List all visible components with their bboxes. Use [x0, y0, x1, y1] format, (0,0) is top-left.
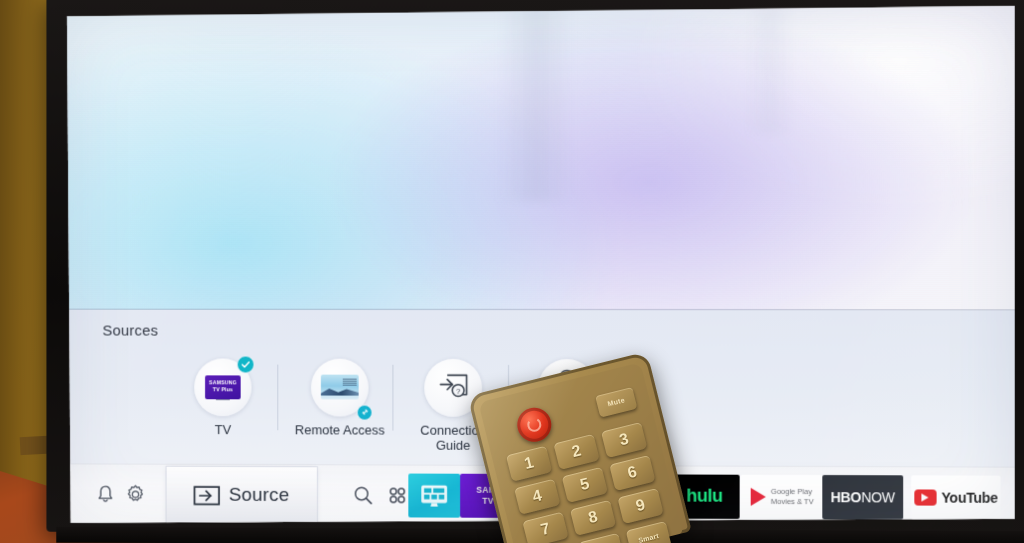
source-arrow-icon	[193, 484, 221, 506]
remote-key: 2	[553, 434, 599, 470]
svg-text:?: ?	[456, 387, 460, 396]
remote-mute-key: Mute	[595, 387, 637, 418]
source-button-label: Source	[229, 485, 290, 507]
tv-plus-brand-line2: TV Plus	[213, 387, 233, 394]
source-item-remote-access[interactable]: Remote Access	[280, 359, 399, 439]
youtube-label: YouTube	[941, 489, 998, 505]
remote-key: 6	[609, 455, 655, 491]
google-play-label: Google Play Movies & TV	[771, 487, 814, 507]
bell-icon[interactable]	[96, 484, 116, 505]
source-item-tv[interactable]: SAMSUNG TV Plus TV	[164, 358, 283, 437]
connection-guide-glyph: ?	[436, 372, 470, 404]
check-icon	[241, 359, 251, 369]
thumbnail-stripes	[343, 378, 357, 386]
sources-title: Sources	[102, 323, 158, 340]
remote-key: 5	[562, 467, 608, 503]
hbo-label-bold: HBO	[831, 489, 862, 505]
app-tile-hbo-now[interactable]: HBO NOW	[822, 475, 903, 520]
app-tile-smart-hub[interactable]	[408, 473, 460, 517]
tv-plus-screen-graphic: SAMSUNG TV Plus	[205, 375, 241, 399]
remote-key: 4	[514, 479, 560, 515]
remote-key: 9	[617, 488, 663, 524]
link-icon	[360, 408, 369, 417]
remote-key: 3	[601, 422, 647, 458]
source-button[interactable]: Source	[166, 467, 316, 524]
home-wallpaper	[65, 5, 1015, 311]
remote-key: Smart	[626, 521, 672, 543]
arrow-into-box-icon: ?	[436, 372, 470, 399]
screenshot-scene: Sources SAMSUNG TV Plus TV Remote Access…	[0, 0, 1024, 543]
wallpaper-streak-secondary	[746, 6, 794, 134]
remote-key: 7	[522, 512, 568, 543]
remote-key: 0	[578, 533, 624, 543]
gear-icon[interactable]	[125, 484, 146, 505]
remote-power-button	[514, 404, 555, 445]
samsung-tv-plus-icon: SAMSUNG TV Plus	[194, 358, 251, 416]
remote-key: 8	[570, 500, 616, 536]
source-label-tv: TV	[164, 423, 283, 438]
hbo-label-thin: NOW	[861, 489, 895, 505]
check-badge-icon	[237, 355, 255, 373]
search-icon[interactable]	[352, 485, 373, 506]
remote-access-thumbnail	[321, 375, 359, 400]
tv-monitor-icon	[419, 483, 449, 507]
source-label-remote-access: Remote Access	[280, 423, 399, 438]
app-tile-youtube[interactable]: YouTube	[912, 475, 1001, 520]
google-play-triangle-icon	[751, 488, 766, 506]
youtube-play-icon	[915, 489, 937, 505]
app-tile-google-play[interactable]: Google Play Movies & TV	[741, 474, 824, 519]
tv-plus-brand-line1: SAMSUNG	[209, 380, 237, 387]
link-badge-icon	[357, 405, 373, 421]
wallpaper-streak	[498, 7, 574, 201]
remote-access-icon	[311, 359, 369, 417]
source-separator	[277, 365, 278, 431]
apps-grid-icon[interactable]	[386, 484, 408, 506]
thumbnail-landscape	[321, 387, 359, 396]
remote-key: 1	[506, 446, 552, 482]
